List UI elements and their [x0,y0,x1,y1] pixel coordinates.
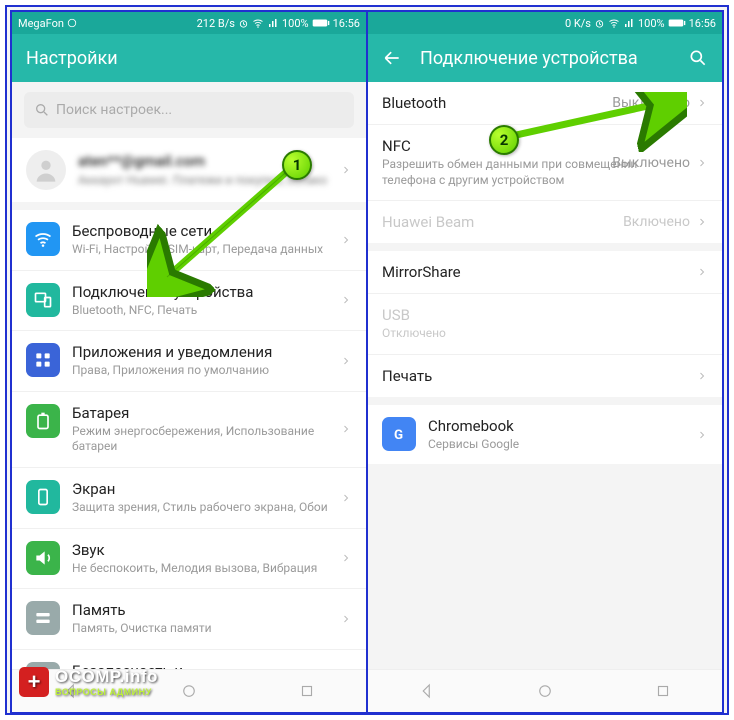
row-mirrorshare[interactable]: MirrorShare [368,251,722,293]
chevron-right-icon [340,613,352,625]
nav-home-icon[interactable] [180,682,198,700]
signal-icon [267,17,279,29]
wifi-tile-icon [26,222,60,256]
chevron-right-icon [696,216,708,228]
nav-home-icon[interactable] [536,682,554,700]
search-icon[interactable] [688,48,708,68]
settings-row-apps[interactable]: Приложения и уведомленияПрава, Приложени… [12,330,366,391]
settings-row-battery[interactable]: БатареяРежим энергосбережения, Использов… [12,391,366,467]
chevron-right-icon [340,355,352,367]
alarm-icon [594,18,605,29]
navigation-bar [368,669,722,712]
page-title: Настройки [26,48,352,69]
chevron-right-icon [696,370,708,382]
settings-row-wireless[interactable]: Беспроводные сетиWi-Fi, Настройки SIM-ка… [12,210,366,270]
chevron-right-icon [340,294,352,306]
search-placeholder: Поиск настроек... [56,102,172,118]
storage-icon [26,601,60,635]
display-icon [26,480,60,514]
phone-screenshot-right: 0 K/s 100% 16:56 Подключение устройства … [366,10,724,714]
chevron-right-icon [696,266,708,278]
app-bar: Подключение устройства [368,34,722,82]
net-speed: 0 K/s [565,17,591,30]
net-speed: 212 B/s [197,17,235,30]
chevron-right-icon [340,492,352,504]
settings-row-storage[interactable]: ПамятьПамять, Очистка памяти [12,588,366,649]
back-icon[interactable] [382,48,402,68]
search-input[interactable]: Поиск настроек... [24,92,354,128]
clock: 16:56 [689,17,716,30]
row-huawei-beam: Huawei Beam Включено [368,200,722,243]
search-icon [34,102,50,118]
apps-icon [26,343,60,377]
device-connect-content: Bluetooth Выключено NFCРазрешить обмен д… [368,82,722,670]
alarm-icon [238,18,249,29]
chevron-right-icon [340,234,352,246]
page-title: Подключение устройства [420,48,670,69]
row-chromebook[interactable]: G ChromebookСервисы Google [368,405,722,465]
account-row[interactable]: aten**@gmail.com Аккаунт Huawei. Платежи… [12,138,366,202]
nav-back-icon[interactable] [418,682,436,700]
row-usb: USBОтключено [368,293,722,354]
app-bar: Настройки [12,34,366,82]
chevron-right-icon [340,552,352,564]
status-bar: 0 K/s 100% 16:56 [368,12,722,34]
watermark-subtitle: ВОПРОСЫ АДМИНУ [55,687,158,697]
wifi-icon [252,17,264,29]
devices-icon [26,283,60,317]
chevron-right-icon [340,423,352,435]
row-nfc[interactable]: NFCРазрешить обмен данными при совмещени… [368,124,722,200]
watermark-title: OCOMP.info [55,667,158,687]
battery-pct: 100% [282,17,309,30]
chromebook-icon: G [382,417,416,451]
watermark: + OCOMP.info ВОПРОСЫ АДМИНУ [19,667,158,697]
wifi-icon [608,17,620,29]
row-bluetooth[interactable]: Bluetooth Выключено [368,82,722,124]
annotation-step-1: 1 [282,150,312,180]
clock: 16:56 [333,17,360,30]
svg-text:G: G [394,428,403,443]
settings-row-sound[interactable]: ЗвукНе беспокоить, Мелодия вызова, Вибра… [12,528,366,589]
carrier-ring-icon [67,18,77,28]
chevron-right-icon [340,164,352,176]
settings-row-device-connect[interactable]: Подключение устройстваBluetooth, NFC, Пе… [12,270,366,331]
status-bar: MegaFon 212 B/s 100% 16:56 [12,12,366,34]
settings-row-display[interactable]: ЭкранЗащита зрения, Стиль рабочего экран… [12,467,366,528]
battery-pct: 100% [638,17,665,30]
sound-icon [26,541,60,575]
battery-icon [312,18,330,28]
annotation-step-2: 2 [489,125,519,155]
chevron-right-icon [696,429,708,441]
nav-recent-icon[interactable] [654,682,672,700]
avatar [26,150,66,190]
row-print[interactable]: Печать [368,354,722,397]
carrier-label: MegaFon [18,17,64,30]
phone-screenshot-left: MegaFon 212 B/s 100% 16:56 Настройки Пои… [10,10,368,714]
nav-recent-icon[interactable] [298,682,316,700]
battery-tile-icon [26,404,60,438]
settings-content: Поиск настроек... aten**@gmail.com Аккау… [12,82,366,670]
battery-icon [668,18,686,28]
watermark-badge-icon: + [19,667,49,697]
chevron-right-icon [696,157,708,169]
signal-icon [623,17,635,29]
chevron-right-icon [696,97,708,109]
